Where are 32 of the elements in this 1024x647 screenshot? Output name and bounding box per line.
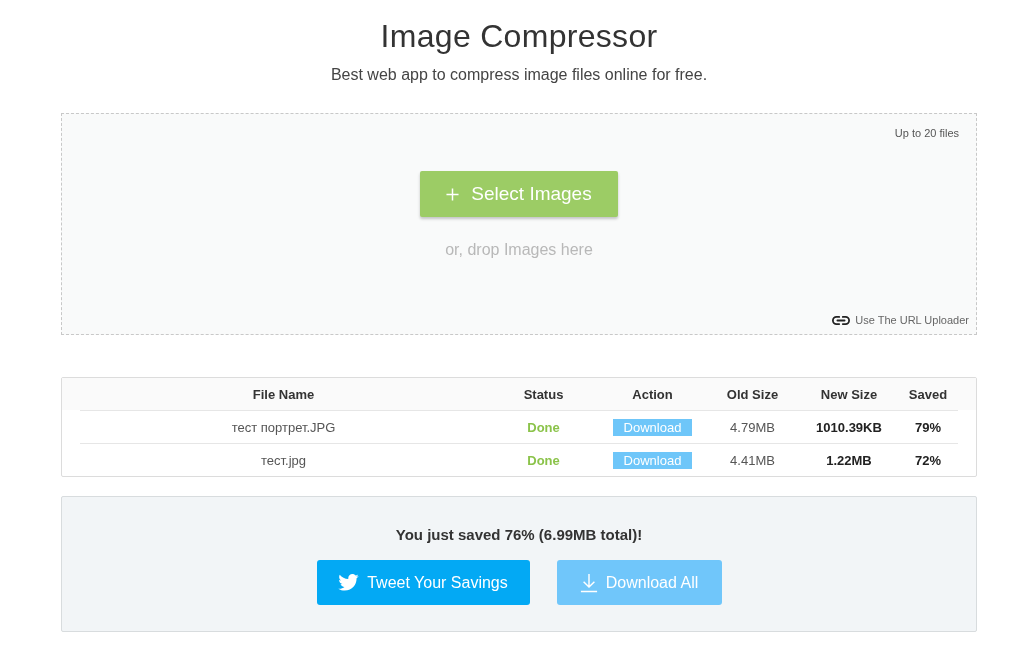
bird-icon: [338, 574, 360, 591]
tweet-button[interactable]: Tweet Your Savings: [316, 560, 530, 605]
table-cell: 79%: [915, 419, 941, 435]
file-limit-note: Up to 20 files: [894, 126, 959, 140]
plus-icon: [446, 187, 460, 201]
download-button[interactable]: Download: [613, 451, 692, 469]
page-title: Image Compressor: [379, 17, 659, 56]
column-header: Action: [632, 386, 673, 402]
table-cell: тест.jpg: [261, 452, 306, 468]
table-cell: 72%: [915, 452, 941, 468]
table-cell: 4.41MB: [730, 452, 775, 468]
status-text: Done: [527, 419, 560, 435]
download-icon: [579, 572, 598, 593]
drop-hint-text: or, drop Images here: [445, 240, 593, 260]
column-header: Saved: [908, 386, 948, 402]
column-header: New Size: [820, 386, 878, 402]
column-header: File Name: [252, 386, 315, 402]
table-cell: 1.22MB: [826, 452, 872, 468]
page-subtitle: Best web app to compress image files online for free.: [329, 65, 709, 85]
table-cell: 1010.39KB: [816, 419, 882, 435]
status-text: Done: [527, 452, 560, 468]
savings-message: You just saved 76% (6.99MB total)!: [395, 525, 643, 545]
url-uploader-link[interactable]: Use The URL Uploader: [832, 312, 969, 328]
column-header: Old Size: [726, 386, 779, 402]
download-button[interactable]: Download: [613, 418, 692, 436]
column-header: Status: [523, 386, 564, 402]
table-cell: тест портрет.JPG: [231, 419, 336, 435]
table-cell: 4.79MB: [730, 419, 775, 435]
link-icon: [832, 314, 851, 326]
download-all-button[interactable]: Download All: [556, 560, 722, 605]
drop-zone[interactable]: Up to 20 files Select Images or, drop Images here Use The URL Uploader: [61, 113, 977, 335]
select-images-button[interactable]: Select Images: [420, 171, 618, 217]
